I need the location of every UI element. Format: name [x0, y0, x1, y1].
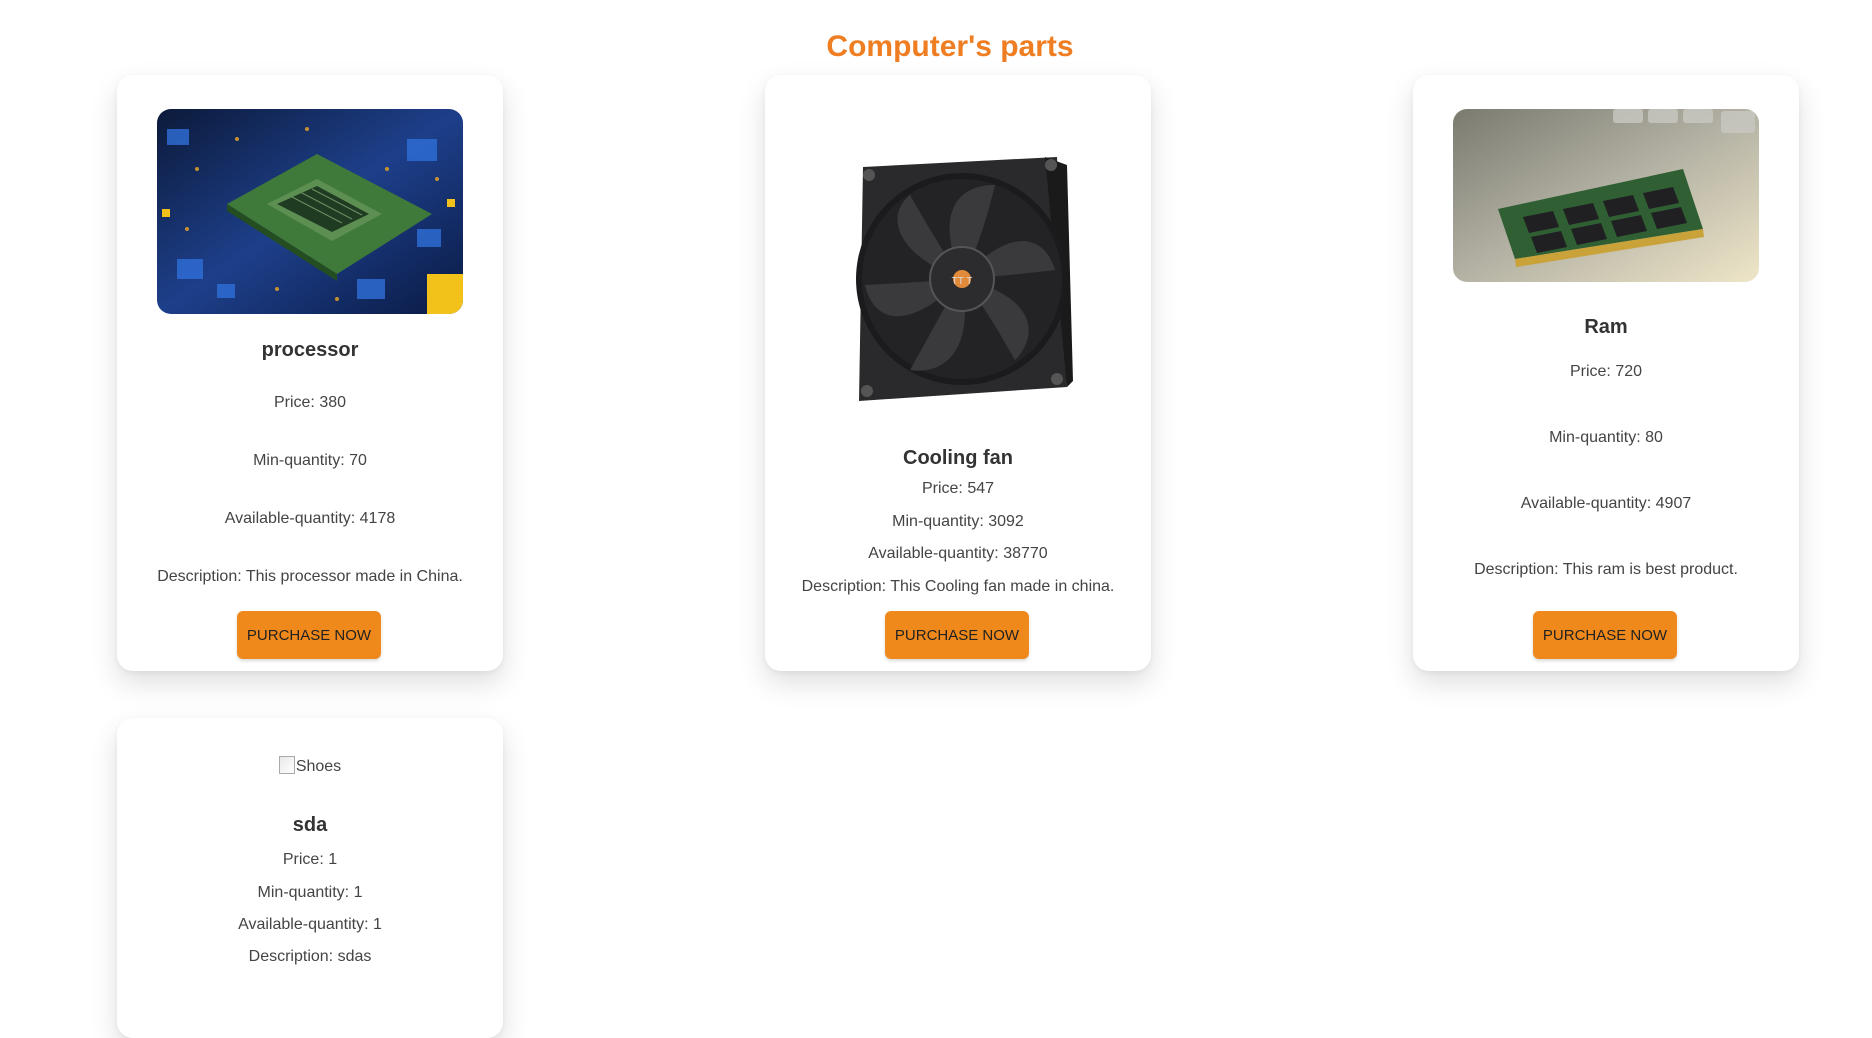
purchase-now-button[interactable]: PURCHASE NOW: [885, 611, 1029, 659]
broken-image-icon: [278, 756, 295, 774]
product-min-quantity: Min-quantity: 3092: [892, 513, 1024, 530]
product-card-processor: processor Price: 380 Min-quantity: 70 Av…: [117, 75, 503, 671]
ram-module-image: [1453, 109, 1759, 282]
product-available-quantity: Available-quantity: 38770: [868, 545, 1048, 562]
image-alt-text: Shoes: [295, 758, 342, 775]
page-title: Computer's parts: [826, 30, 1074, 63]
product-min-quantity: Min-quantity: 1: [257, 884, 363, 901]
product-name: Cooling fan: [903, 447, 1013, 469]
product-available-quantity: Available-quantity: 4178: [224, 510, 396, 527]
product-min-quantity: Min-quantity: 80: [1549, 429, 1663, 446]
product-card-ram: Ram Price: 720 Min-quantity: 80 Availabl…: [1413, 75, 1799, 671]
product-description: Description: This processor made in Chin…: [157, 568, 463, 585]
product-price: Price: 380: [273, 394, 347, 411]
purchase-now-button[interactable]: PURCHASE NOW: [1533, 611, 1677, 659]
product-price: Price: 1: [282, 851, 338, 868]
product-description: Description: sdas: [248, 948, 372, 965]
product-name: Ram: [1584, 316, 1628, 338]
product-min-quantity: Min-quantity: 70: [253, 452, 367, 469]
product-description: Description: This Cooling fan made in ch…: [801, 578, 1115, 595]
product-available-quantity: Available-quantity: 4907: [1520, 495, 1692, 512]
product-card-cooling-fan: TT T Cooling fan Price: 547 Min-quantity…: [765, 75, 1151, 671]
cooling-fan-image: TT T: [805, 135, 1111, 425]
product-name: processor: [261, 339, 359, 361]
product-card-sda: Shoes sda Price: 1 Min-quantity: 1 Avail…: [117, 718, 503, 1038]
svg-text:TT T: TT T: [952, 276, 973, 287]
product-price: Price: 720: [1569, 363, 1643, 380]
cpu-chip-image: [157, 109, 463, 314]
product-description: Description: This ram is best product.: [1474, 561, 1738, 578]
product-image-broken: Shoes: [117, 756, 503, 776]
product-available-quantity: Available-quantity: 1: [238, 916, 382, 933]
product-name: sda: [292, 814, 328, 836]
product-price: Price: 547: [921, 480, 995, 497]
purchase-now-button[interactable]: PURCHASE NOW: [237, 611, 381, 659]
